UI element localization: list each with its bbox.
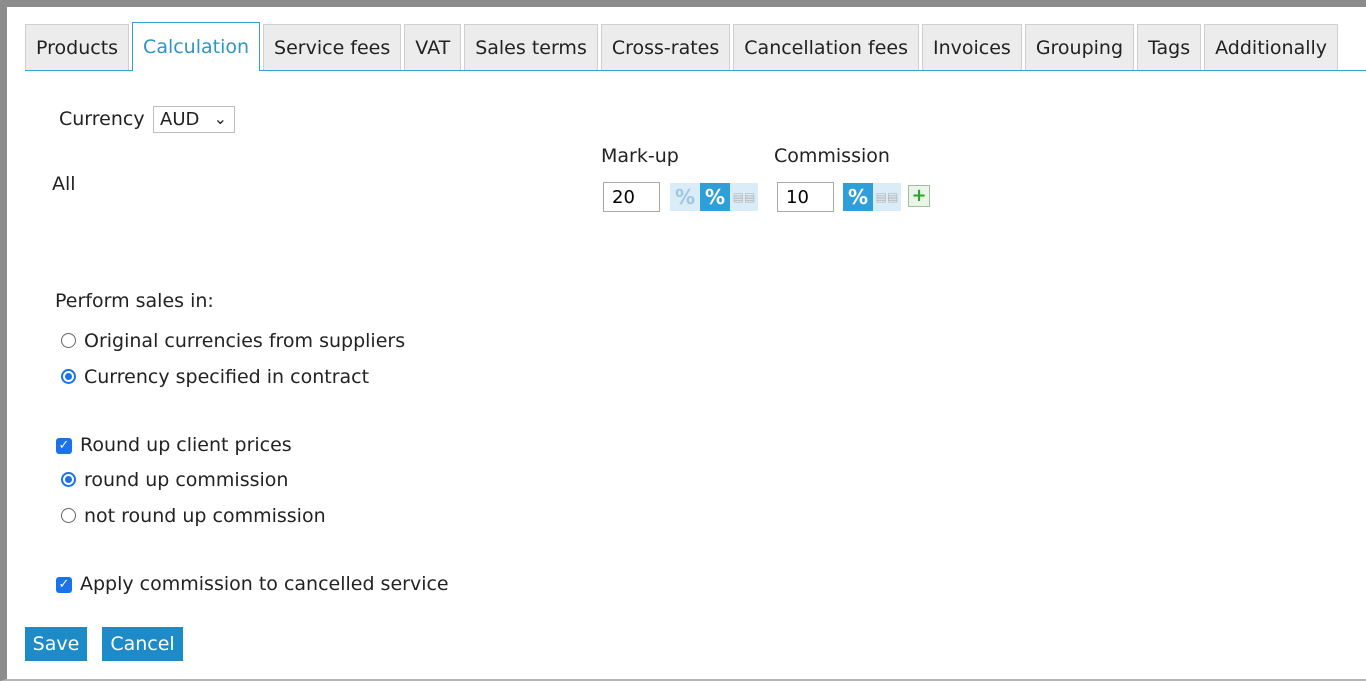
tab-vat[interactable]: VAT: [404, 24, 462, 70]
pricing-row-label: All: [52, 173, 76, 195]
commission-input[interactable]: [777, 182, 834, 212]
markup-input[interactable]: [603, 182, 660, 212]
chevron-down-icon: ⌄: [213, 109, 227, 128]
cancelled-commission-checkbox[interactable]: ✓: [56, 577, 72, 593]
commission-label: Commission: [774, 145, 890, 167]
tab-sales-terms[interactable]: Sales terms: [464, 24, 598, 70]
radio-contract-currency[interactable]: [61, 369, 76, 384]
radio-round-up-commission-label: round up commission: [84, 469, 289, 491]
tab-products[interactable]: Products: [25, 24, 130, 70]
coins-icon[interactable]: ▤▤: [730, 183, 758, 211]
tab-additionally[interactable]: Additionally: [1204, 24, 1339, 70]
tab-calculation[interactable]: Calculation: [132, 22, 261, 71]
percent-icon[interactable]: %: [843, 183, 873, 211]
settings-panel: Products Calculation Service fees VAT Sa…: [0, 0, 1366, 681]
radio-original-currencies[interactable]: [61, 333, 76, 348]
currency-label: Currency: [59, 108, 145, 130]
cancelled-commission-label: Apply commission to cancelled service: [80, 573, 449, 595]
save-button[interactable]: Save: [25, 627, 87, 661]
currency-selected-value: AUD: [160, 109, 200, 130]
tab-cross-rates[interactable]: Cross-rates: [600, 24, 731, 70]
radio-round-up-commission[interactable]: [61, 472, 76, 487]
tab-grouping[interactable]: Grouping: [1024, 24, 1135, 70]
percent-mode-icon[interactable]: %: [670, 183, 700, 211]
tab-service-fees[interactable]: Service fees: [263, 24, 402, 70]
coins-icon[interactable]: ▤▤: [873, 183, 901, 211]
currency-select[interactable]: AUD ⌄: [153, 106, 235, 133]
round-up-checkbox-label: Round up client prices: [80, 434, 292, 456]
round-up-checkbox[interactable]: ✓: [56, 438, 72, 454]
percent-icon[interactable]: %: [700, 183, 730, 211]
radio-contract-currency-label: Currency specified in contract: [84, 366, 370, 388]
tab-tags[interactable]: Tags: [1137, 24, 1202, 70]
radio-not-round-up-commission-label: not round up commission: [84, 505, 326, 527]
radio-not-round-up-commission[interactable]: [61, 508, 76, 523]
tab-bar: Products Calculation Service fees VAT Sa…: [25, 22, 1366, 71]
sales-heading: Perform sales in:: [55, 290, 214, 312]
tab-invoices[interactable]: Invoices: [921, 24, 1022, 70]
add-icon[interactable]: +: [908, 185, 930, 207]
cancel-button[interactable]: Cancel: [102, 627, 183, 661]
tab-cancellation-fees[interactable]: Cancellation fees: [733, 24, 919, 70]
markup-label: Mark-up: [601, 145, 679, 167]
radio-original-currencies-label: Original currencies from suppliers: [84, 330, 406, 352]
